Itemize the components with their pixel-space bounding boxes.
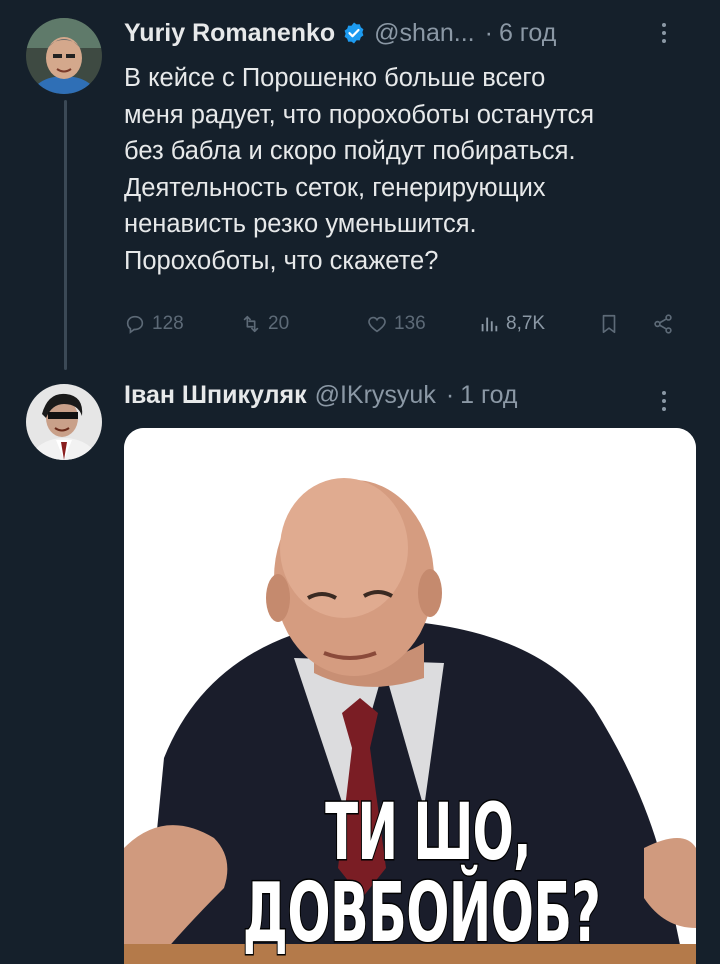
separator-dot: · xyxy=(484,19,493,47)
verified-badge-icon xyxy=(344,22,364,44)
views-icon xyxy=(481,317,498,332)
separator-dot: · xyxy=(445,381,455,409)
more-icon[interactable] xyxy=(652,18,676,48)
reply-button[interactable]: 128 xyxy=(124,306,184,342)
meme-caption-line-1: ТИ ШО, xyxy=(324,787,532,880)
avatar[interactable] xyxy=(26,384,102,460)
like-button[interactable]: 136 xyxy=(366,306,426,342)
like-icon xyxy=(368,316,386,333)
tweet-text: В кейсе с Порошенко больше всего меня ра… xyxy=(124,64,595,275)
tweet-actions: 128 20 136 8,7K xyxy=(124,306,690,342)
tweet-header: Yuriy Romanenko @shan... · 6 год xyxy=(124,18,666,48)
bookmark-icon xyxy=(602,314,616,334)
timestamp[interactable]: 1 год xyxy=(460,380,517,410)
retweet-icon xyxy=(243,315,259,333)
share-button[interactable] xyxy=(652,306,674,342)
retweet-count: 20 xyxy=(268,313,290,334)
views-button[interactable]: 8,7K xyxy=(478,306,545,342)
author-handle[interactable]: @IKrysyuk xyxy=(315,380,436,410)
thread-connector-line xyxy=(64,100,67,370)
reply-icon xyxy=(126,315,144,334)
views-count: 8,7K xyxy=(506,313,546,334)
share-icon xyxy=(654,314,672,334)
avatar[interactable] xyxy=(26,18,102,94)
reply-count: 128 xyxy=(152,313,184,334)
author-name[interactable]: Yuriy Romanenko xyxy=(124,18,335,48)
meme-caption-line-2: ДОВБОЙОБ? xyxy=(242,865,602,963)
like-count: 136 xyxy=(394,313,426,334)
author-name[interactable]: Іван Шпикуляк xyxy=(124,380,307,410)
retweet-button[interactable]: 20 xyxy=(240,306,289,342)
timestamp[interactable]: 6 год xyxy=(499,18,556,48)
bookmark-button[interactable] xyxy=(598,306,620,342)
more-icon[interactable] xyxy=(652,386,676,416)
author-handle[interactable]: @shan... xyxy=(374,18,474,48)
tweet-header: Іван Шпикуляк @IKrysyuk · 1 год xyxy=(124,380,666,411)
tweet-media-image[interactable]: ТИ ШО, ДОВБОЙОБ? xyxy=(124,428,696,964)
